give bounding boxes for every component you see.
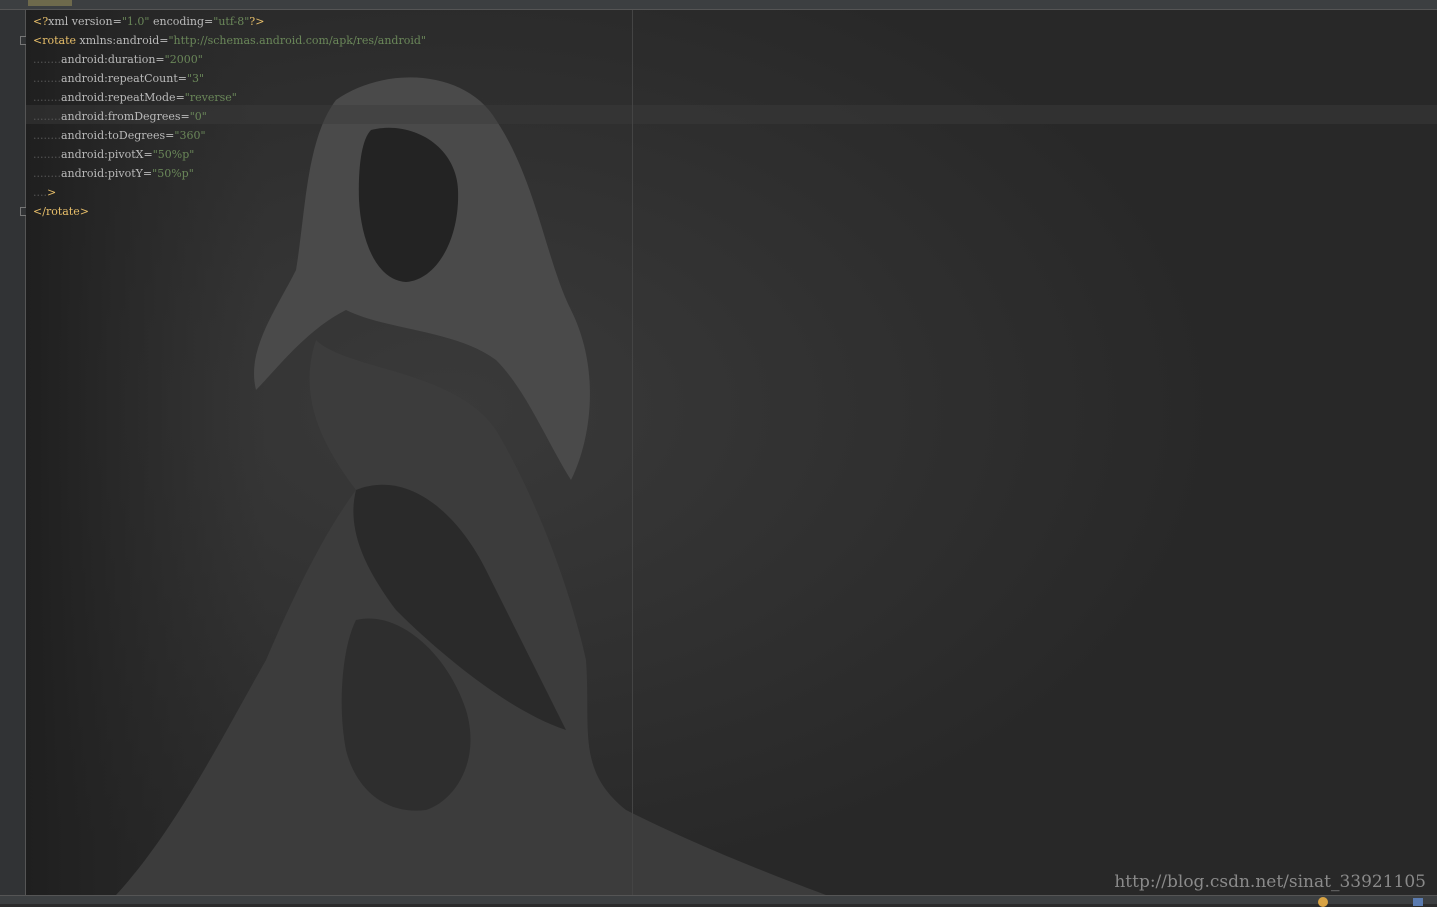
line-gutter[interactable] (0, 10, 29, 895)
code-line[interactable]: ........android:fromDegrees="0" (33, 107, 426, 126)
code-token: > (47, 186, 57, 199)
code-token: "50%p" (152, 148, 195, 161)
code-line[interactable]: ........android:repeatCount="3" (33, 69, 426, 88)
code-token: android (60, 53, 105, 66)
code-line[interactable]: </rotate> (33, 202, 426, 221)
code-token: = (165, 129, 175, 142)
code-token: xml version (48, 15, 113, 28)
code-line[interactable]: ........android:pivotY="50%p" (33, 164, 426, 183)
code-line[interactable]: ........android:repeatMode="reverse" (33, 88, 426, 107)
code-token: rotate (42, 34, 77, 47)
code-token: toDegrees (107, 129, 166, 142)
code-token: < (33, 34, 43, 47)
code-token: "3" (186, 72, 205, 85)
code-content[interactable]: <?xml version="1.0" encoding="utf-8"?> <r… (33, 12, 426, 221)
code-token: "360" (174, 129, 206, 142)
code-token: android (60, 110, 105, 123)
code-token: > (79, 205, 89, 218)
code-token: "2000" (164, 53, 203, 66)
code-token: repeatMode (107, 91, 176, 104)
code-token: android (60, 129, 105, 142)
code-line[interactable]: ........android:toDegrees="360" (33, 126, 426, 145)
code-token: = (155, 53, 165, 66)
code-token: = (177, 72, 187, 85)
code-line[interactable]: <?xml version="1.0" encoding="utf-8"?> (33, 12, 426, 31)
code-token: "0" (189, 110, 207, 123)
code-token: android (60, 91, 105, 104)
active-file-tab[interactable] (28, 0, 72, 6)
code-token: pivotX (107, 148, 144, 161)
code-token: .... (33, 186, 47, 199)
code-token: = (204, 15, 214, 28)
right-margin-guide (632, 10, 633, 895)
warning-icon[interactable] (1318, 897, 1328, 907)
code-token: ?> (249, 15, 265, 28)
code-token: "utf-8" (213, 15, 250, 28)
code-token: "1.0" (121, 15, 150, 28)
code-token: fromDegrees (107, 110, 181, 123)
watermark-url: http://blog.csdn.net/sinat_33921105 (1114, 872, 1426, 892)
code-token: "reverse" (184, 91, 237, 104)
event-log-icon[interactable] (1413, 898, 1423, 906)
code-line[interactable]: ........android:duration="2000" (33, 50, 426, 69)
code-line[interactable]: ........android:pivotX="50%p" (33, 145, 426, 164)
code-token: android (60, 72, 105, 85)
code-token: rotate (45, 205, 80, 218)
code-token: xmlns (76, 34, 113, 47)
code-token: ........ (33, 148, 61, 161)
code-token: = (175, 91, 185, 104)
code-token: <? (33, 15, 49, 28)
code-token: repeatCount (107, 72, 178, 85)
code-token: android (116, 34, 160, 47)
code-token: "http://schemas.android.com/apk/res/andr… (168, 34, 426, 47)
code-token: android (60, 167, 105, 180)
code-token: = (143, 148, 153, 161)
code-token: duration (107, 53, 156, 66)
code-token: encoding (149, 15, 205, 28)
code-token: pivotY (107, 167, 143, 180)
code-token: = (112, 15, 122, 28)
code-editor[interactable]: <?xml version="1.0" encoding="utf-8"?> <r… (26, 10, 1437, 895)
code-token: = (180, 110, 190, 123)
code-line[interactable]: ....> (33, 183, 426, 202)
code-token: ........ (33, 72, 61, 85)
code-token: = (142, 167, 153, 180)
code-token: </ (33, 205, 46, 218)
code-token: android (60, 148, 105, 161)
code-token: ........ (33, 110, 61, 123)
code-token: ........ (33, 167, 61, 180)
editor-tab-bar (0, 0, 1437, 10)
code-line[interactable]: <rotate xmlns:android="http://schemas.an… (33, 31, 426, 50)
code-token: ........ (33, 53, 61, 66)
code-token: "50%p" (152, 167, 194, 180)
code-token: ........ (33, 129, 61, 142)
code-token: ........ (33, 91, 61, 104)
